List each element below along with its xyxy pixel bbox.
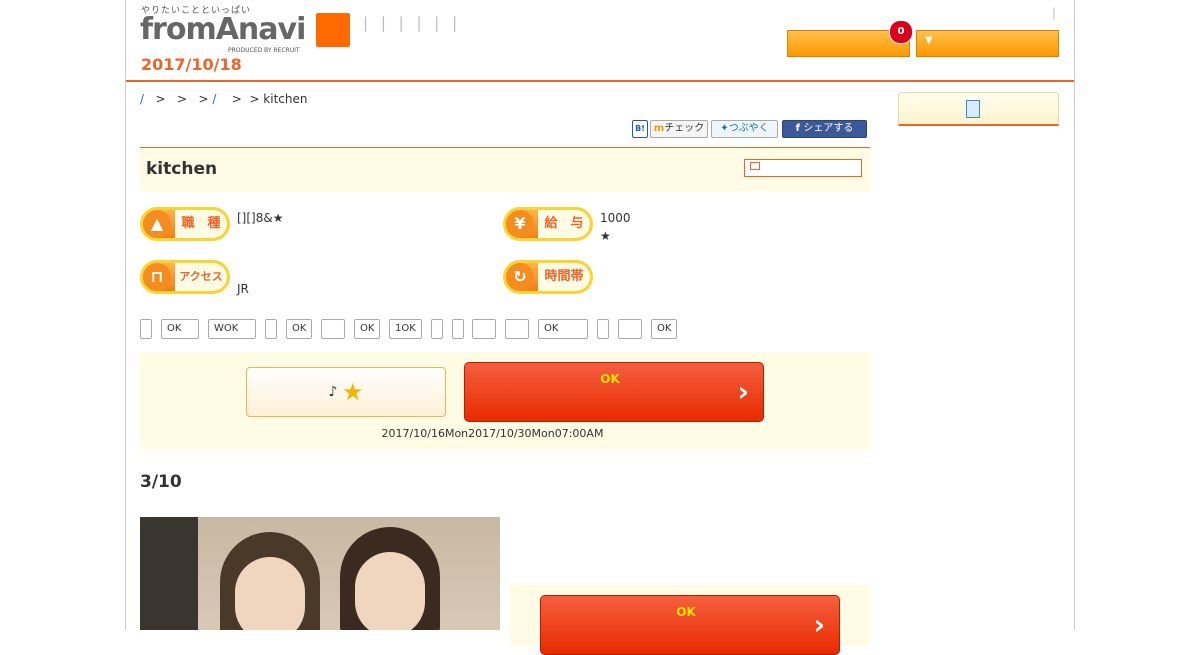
feature-tag: [431, 319, 443, 339]
shirt-icon: ▲: [143, 210, 171, 238]
header-separator: |: [1052, 6, 1057, 20]
keep-label: ♪: [328, 384, 338, 400]
access-label: アクセス: [175, 263, 227, 291]
apply-button-secondary[interactable]: OK ›: [540, 595, 840, 655]
occupation-badge: ▲ 職 種: [140, 207, 230, 241]
photos-counter: 3/10: [140, 472, 182, 492]
posting-period: 2017/10/16Mon2017/10/30Mon07:00AM: [381, 427, 604, 440]
occupation-label: 職 種: [175, 210, 227, 238]
feature-tag: [321, 319, 345, 339]
salary-value: 1000: [600, 211, 631, 225]
feature-tag: [597, 319, 609, 339]
apply-label: OK: [676, 605, 696, 619]
hours-badge: ↻ 時間帯: [503, 260, 593, 294]
produced-by-text: PRODUCED BY RECRUIT: [228, 47, 300, 54]
open-new-window-button[interactable]: [744, 159, 862, 177]
header-date: 2017/10/18: [141, 55, 242, 74]
clock-icon: ↻: [506, 263, 534, 291]
access-badge: ⊓ アクセス: [140, 260, 230, 294]
occupation-value: [][]8&★: [237, 211, 284, 225]
breadcrumb-sep: >: [231, 92, 242, 106]
yen-icon: ¥: [506, 210, 534, 238]
mixi-check-button[interactable]: mチェック: [650, 120, 708, 138]
feature-tag: OK: [651, 319, 677, 339]
keep-count-badge: 0: [889, 20, 913, 44]
feature-tag: WOK: [208, 319, 256, 339]
feature-tag: OK: [354, 319, 380, 339]
feature-tag: OK: [161, 319, 199, 339]
header-nav-links[interactable]: | | | | | |: [363, 14, 461, 32]
feature-tag: [452, 319, 464, 339]
salary-note: ★: [600, 229, 611, 243]
job-photo[interactable]: [140, 517, 500, 630]
breadcrumb-current: > kitchen: [249, 92, 308, 106]
access-value: JR: [237, 282, 249, 296]
facebook-share-button[interactable]: f シェアする: [782, 120, 867, 138]
breadcrumb-sep: >: [177, 92, 188, 106]
sidebar-history-box[interactable]: [898, 92, 1059, 126]
twitter-tweet-button[interactable]: ✦つぶやく: [711, 120, 778, 138]
feature-tag: OK: [538, 319, 588, 339]
keep-button[interactable]: ♪ ★: [246, 367, 446, 417]
apply-label: OK: [600, 372, 620, 386]
job-title: kitchen: [146, 159, 218, 179]
page-container: やりたいことといっぱい fromAnavi PRODUCED BY RECRUI…: [125, 0, 1075, 655]
apply-section: ♪ ★ OK › 2017/10/16Mon2017/10/30Mon07:00…: [140, 352, 870, 450]
chevron-right-icon: ›: [737, 375, 749, 408]
chevron-down-icon: ▼: [925, 35, 933, 46]
hours-label: 時間帯: [538, 263, 590, 291]
document-icon: [966, 100, 980, 118]
breadcrumb-sep: >: [198, 92, 209, 106]
breadcrumb-sep: >: [155, 92, 166, 106]
feature-tag: [265, 319, 277, 339]
site-logo[interactable]: fromAnavi: [140, 12, 306, 47]
star-plus-icon: ★: [341, 378, 364, 406]
mixi-icon: m: [653, 123, 665, 134]
window-icon: [750, 162, 760, 170]
brand-square-icon: [316, 13, 350, 47]
twitter-bird-icon: ✦: [720, 123, 729, 134]
site-header: やりたいことといっぱい fromAnavi PRODUCED BY RECRUI…: [126, 0, 1074, 82]
breadcrumb-link[interactable]: /: [212, 92, 216, 106]
feature-tag: [140, 319, 152, 339]
breadcrumb-link[interactable]: /: [140, 92, 144, 106]
apply-section-secondary: OK ›: [510, 585, 870, 655]
train-icon: ⊓: [143, 263, 171, 291]
menu-board-image: [140, 517, 198, 630]
feature-tag: [472, 319, 496, 339]
salary-label: 給 与: [538, 210, 590, 238]
hatena-bookmark-button[interactable]: B!: [632, 120, 648, 138]
feature-tag: [505, 319, 529, 339]
feature-tag: OK: [286, 319, 312, 339]
chevron-right-icon: ›: [813, 608, 825, 641]
breadcrumb: / > > > / > > kitchen: [140, 92, 308, 106]
feature-tag: 1OK: [389, 319, 422, 339]
menu-dropdown-button[interactable]: ▼: [916, 30, 1059, 57]
job-title-bar: kitchen: [140, 147, 870, 192]
salary-badge: ¥ 給 与: [503, 207, 593, 241]
staff-person-image: [220, 532, 320, 630]
staff-person-image: [340, 527, 440, 630]
feature-tag: [618, 319, 642, 339]
apply-button[interactable]: OK ›: [464, 362, 764, 422]
